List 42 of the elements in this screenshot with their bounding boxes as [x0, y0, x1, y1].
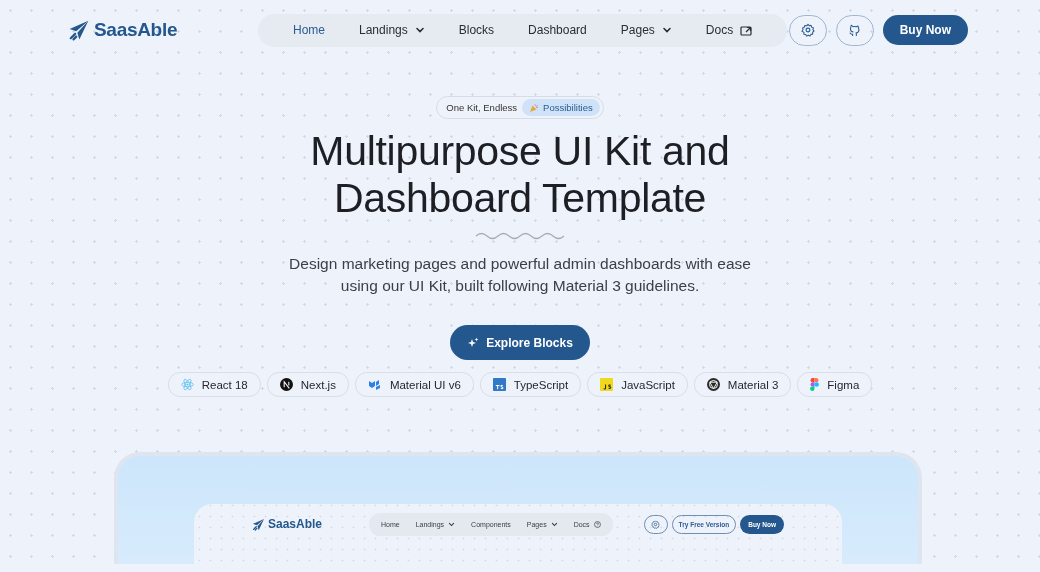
chevron-down-icon: [550, 521, 558, 528]
hero-title: Multipurpose UI Kit and Dashboard Template: [310, 128, 730, 222]
brand-logo-text: SaasAble: [268, 517, 323, 531]
chevron-down-icon: [414, 25, 425, 35]
brand-logo-text[interactable]: SaasAble: [94, 19, 178, 41]
settings-icon: [651, 520, 661, 529]
tag-label: Next.js: [300, 378, 336, 391]
nav-link[interactable]: Home: [276, 23, 342, 37]
badge-text: One Kit, Endless: [446, 102, 518, 113]
atom-icon: [180, 378, 194, 391]
highlight-text: Possibilities: [543, 102, 593, 113]
tag-label: Figma: [827, 378, 860, 391]
nav-link[interactable]: Dashboard: [511, 23, 604, 37]
party-popper-icon: [529, 102, 540, 113]
chevron-down-icon: [448, 521, 456, 528]
cat-icon: [848, 23, 862, 37]
chevron-down-icon: [661, 25, 672, 35]
circle-logo-icon: [279, 378, 293, 391]
circle-logo-icon: [706, 378, 720, 391]
nav-link[interactable]: Landings: [342, 23, 442, 37]
settings-icon: [800, 23, 815, 37]
tag-label: Material 3: [727, 378, 779, 391]
help-icon: [593, 521, 601, 528]
nav-link[interactable]: Docs: [688, 23, 770, 37]
sparkle-icon: [467, 336, 480, 349]
paper-plane-icon: [68, 19, 90, 41]
square-logo-icon: [492, 378, 506, 391]
wave-divider-icon: [475, 232, 565, 240]
nav-link[interactable]: Blocks: [441, 23, 512, 37]
shapes-logo-icon: [810, 378, 820, 391]
explore-blocks-button[interactable]: Explore Blocks: [450, 325, 590, 360]
tag-label: JavaScript: [621, 378, 675, 391]
tag-label: Material UI v6: [389, 378, 461, 391]
tag-label: React 18: [201, 378, 248, 391]
square-logo-icon: [600, 378, 614, 391]
hero-subtitle: Design marketing pages and powerful admin dashboards with ease using our UI Kit, built following Material 3 guidelines.: [288, 254, 752, 296]
nav-link[interactable]: Pages: [603, 23, 689, 37]
external-link-icon: [740, 24, 753, 36]
buy-now-button[interactable]: Buy Now: [882, 15, 968, 45]
paper-plane-icon: [252, 517, 265, 531]
tag-label: TypeScript: [513, 378, 569, 391]
logo-mark-icon: [367, 378, 382, 391]
